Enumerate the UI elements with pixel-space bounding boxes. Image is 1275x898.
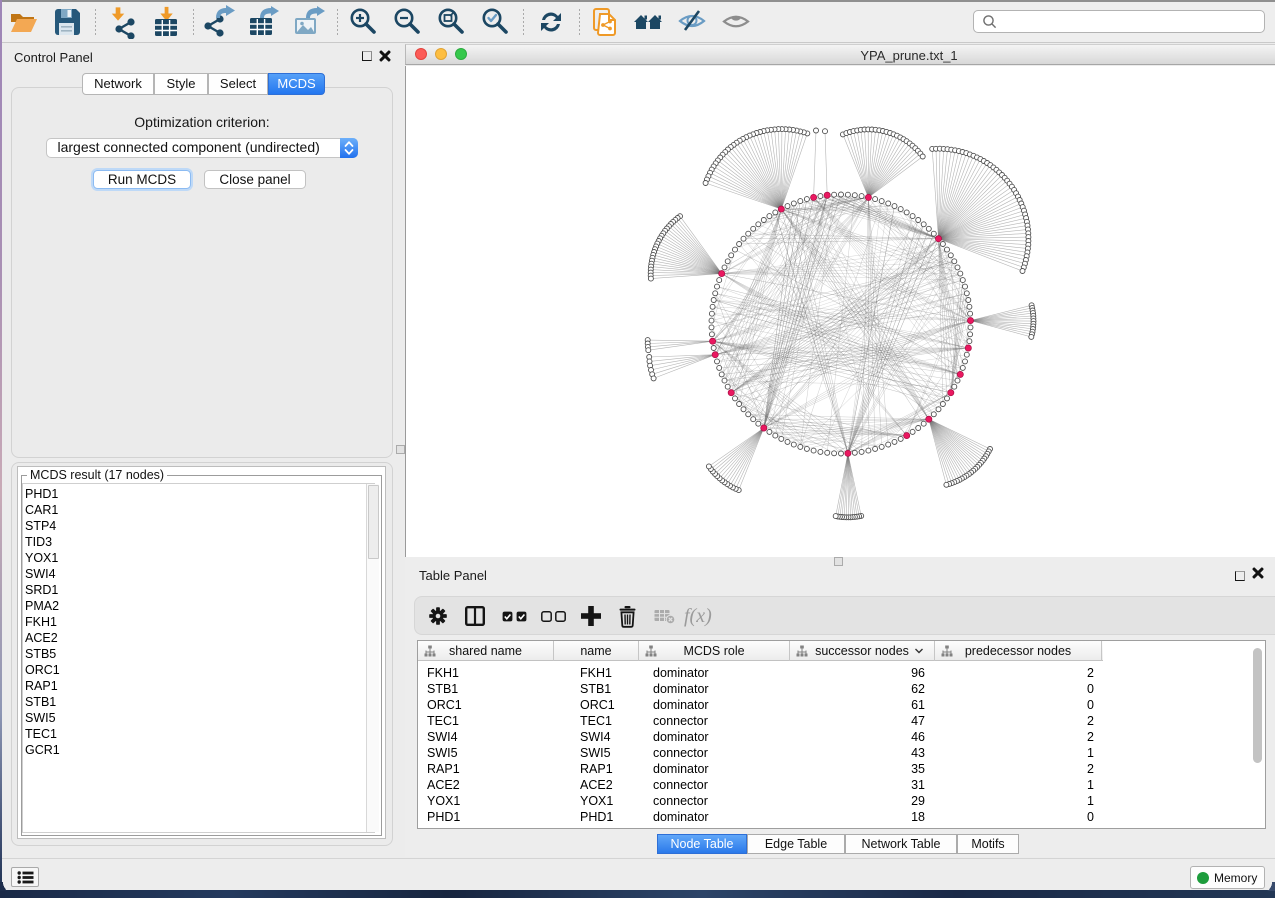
svg-text:f(x): f(x)	[684, 605, 712, 627]
